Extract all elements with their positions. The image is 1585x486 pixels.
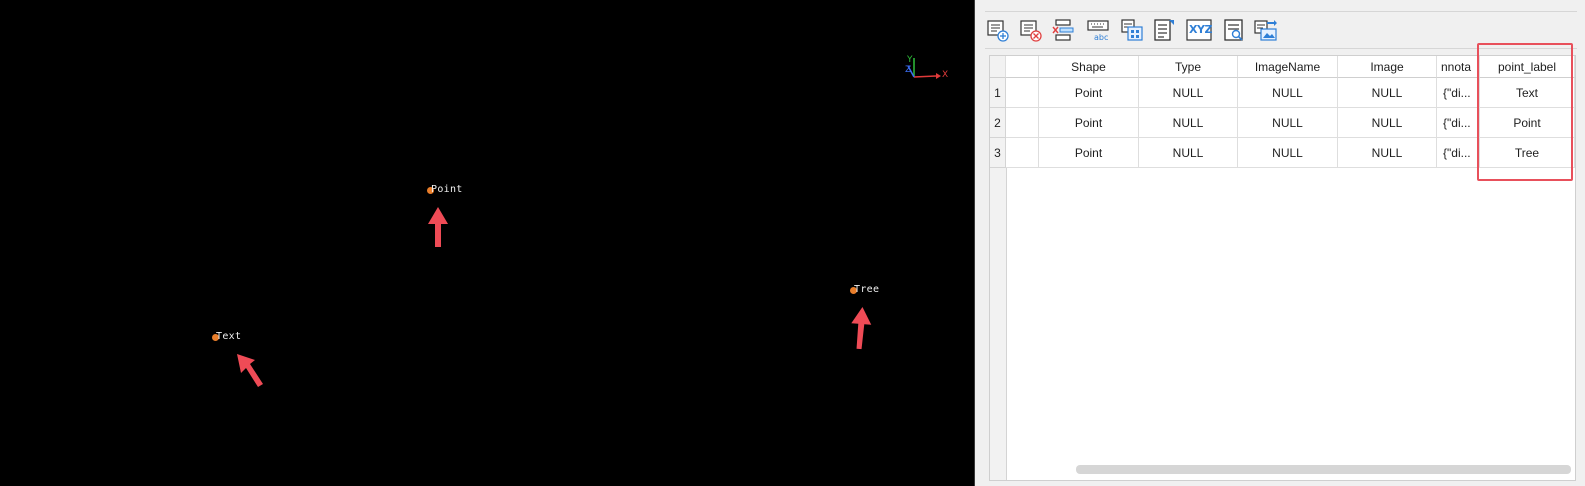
add-row-button[interactable]: [985, 17, 1011, 43]
add-row-icon: [987, 20, 1009, 42]
axis-y-label: Y: [907, 55, 913, 65]
column-header-image[interactable]: Image: [1338, 56, 1437, 78]
column-header-blank[interactable]: [1006, 56, 1039, 78]
text-field-button[interactable]: abc: [1086, 17, 1112, 43]
cell-annotation[interactable]: {"di...: [1437, 78, 1480, 108]
edit-properties-icon: [1154, 19, 1174, 41]
column-header-type[interactable]: Type: [1139, 56, 1238, 78]
cell-shape[interactable]: Point: [1039, 108, 1139, 138]
point-label: Text: [216, 331, 242, 342]
point-label: Tree: [854, 284, 880, 295]
row-number[interactable]: 2: [990, 108, 1006, 138]
point-label: Point: [431, 184, 463, 195]
cell-image[interactable]: NULL: [1338, 78, 1437, 108]
find-replace-icon: [1224, 19, 1243, 41]
delete-row-button[interactable]: [1018, 17, 1044, 43]
cell-annotation[interactable]: {"di...: [1437, 108, 1480, 138]
row-number[interactable]: 1: [990, 78, 1006, 108]
axis-x-label: X: [942, 70, 949, 80]
annotation-arrow-point: [428, 207, 448, 247]
cell-imagename[interactable]: NULL: [1238, 78, 1338, 108]
point-label-highlight: [1477, 43, 1573, 181]
find-replace-button[interactable]: [1221, 17, 1247, 43]
delete-column-button[interactable]: [1050, 17, 1076, 43]
cell-blank[interactable]: [1006, 108, 1039, 138]
cell-imagename[interactable]: NULL: [1238, 138, 1338, 168]
svg-text:abc: abc: [1094, 33, 1108, 42]
cell-annotation[interactable]: {"di...: [1437, 138, 1480, 168]
cell-type[interactable]: NULL: [1139, 108, 1238, 138]
export-image-icon: [1254, 20, 1277, 41]
axis-z-label: Z: [905, 65, 912, 75]
xyz-text: XYZ: [1189, 23, 1212, 36]
xyz-button[interactable]: XYZ: [1186, 17, 1212, 43]
edit-properties-button[interactable]: [1151, 17, 1177, 43]
annotation-arrow-text: [237, 354, 263, 387]
axis-lines-icon: [907, 58, 941, 79]
export-image-button[interactable]: [1253, 17, 1279, 43]
cell-blank[interactable]: [1006, 138, 1039, 168]
attribute-table-panel: abc XYZ Shape Type ImageName Image nnota…: [975, 0, 1585, 486]
cell-blank[interactable]: [1006, 78, 1039, 108]
horizontal-scrollbar[interactable]: [1076, 465, 1571, 474]
3d-viewport[interactable]: Point Tree Text Y Z X: [0, 0, 974, 486]
field-calculator-icon: [1121, 19, 1143, 41]
delete-column-icon: [1052, 19, 1074, 41]
column-header-shape[interactable]: Shape: [1039, 56, 1139, 78]
attribute-table[interactable]: Shape Type ImageName Image nnota point_l…: [989, 43, 1576, 481]
cell-image[interactable]: NULL: [1338, 108, 1437, 138]
delete-row-icon: [1020, 20, 1042, 42]
annotation-arrow-tree: [851, 307, 872, 350]
corner-header[interactable]: [990, 56, 1006, 78]
text-field-icon: abc: [1087, 20, 1109, 42]
cell-imagename[interactable]: NULL: [1238, 108, 1338, 138]
axis-gizmo: Y Z X: [905, 52, 956, 82]
cell-type[interactable]: NULL: [1139, 138, 1238, 168]
field-calculator-button[interactable]: [1119, 17, 1145, 43]
row-number[interactable]: 3: [990, 138, 1006, 168]
cell-shape[interactable]: Point: [1039, 78, 1139, 108]
cell-shape[interactable]: Point: [1039, 138, 1139, 168]
cell-type[interactable]: NULL: [1139, 78, 1238, 108]
column-header-annotation[interactable]: nnota: [1437, 56, 1480, 78]
cell-image[interactable]: NULL: [1338, 138, 1437, 168]
column-header-imagename[interactable]: ImageName: [1238, 56, 1338, 78]
